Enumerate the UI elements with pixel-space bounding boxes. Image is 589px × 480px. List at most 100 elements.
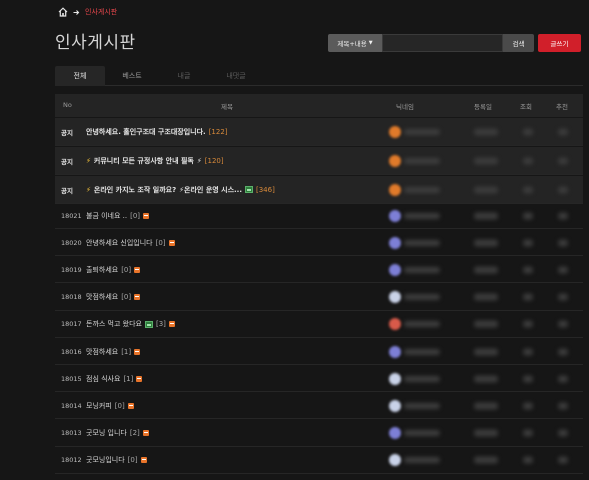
post-number: 18020	[61, 238, 82, 247]
nickname-redacted	[404, 128, 440, 135]
post-number: 18012	[61, 456, 82, 465]
post-title-link[interactable]: ⚡ 커뮤니티 모든 규정사항 안내 필독 ⚡ [120]	[86, 156, 224, 166]
author-nickname[interactable]	[389, 183, 443, 196]
new-post-icon	[127, 402, 134, 409]
comment-count: [0]	[130, 211, 141, 220]
nickname-redacted	[404, 157, 440, 164]
post-date-redacted	[474, 239, 498, 247]
post-title: 불금 이네요 ..	[86, 211, 128, 220]
table-row[interactable]: 18012 굿모닝입니다 [0]	[55, 448, 583, 474]
table-row[interactable]: 18021 불금 이네요 .. [0]	[55, 203, 583, 229]
post-title: 점심 식사요	[86, 374, 121, 383]
search-bar: 제목+내용 ▼ 검색	[328, 34, 534, 52]
header-nickname: 닉네임	[396, 103, 414, 111]
post-title: 커뮤니티 모든 규정사항 안내 필독	[93, 156, 194, 165]
post-title: 안녕하세요 신입입니다	[86, 238, 153, 247]
author-nickname[interactable]	[389, 263, 443, 276]
comment-count: [0]	[127, 456, 138, 465]
table-row[interactable]: 18020 안녕하세요 신입입니다 [0]	[55, 230, 583, 257]
table-row[interactable]: 18013 굿모닝 입니다 [2]	[55, 421, 583, 447]
search-input[interactable]	[382, 34, 503, 52]
view-count-redacted	[523, 320, 533, 328]
post-date-redacted	[474, 456, 498, 464]
post-title: 안녕하세요. 홀인구조대 구조대장입니다.	[86, 127, 206, 136]
author-nickname[interactable]	[389, 372, 443, 385]
table-row[interactable]: 18018 맛점하세요 [0]	[55, 285, 583, 311]
author-nickname[interactable]	[389, 345, 443, 358]
post-title-link[interactable]: 돈까스 먹고 왔다요 [3]	[86, 319, 175, 329]
author-nickname[interactable]	[389, 454, 443, 467]
table-row[interactable]: 18015 점심 식사요 [1]	[55, 366, 583, 393]
tab-all[interactable]: 전체	[55, 66, 105, 86]
post-date-redacted	[474, 157, 498, 164]
notice-row[interactable]: 공지 ⚡ 온라인 카지노 조작 일까요? ⚡온라인 운영 시스... [346]	[55, 176, 583, 204]
post-date-redacted	[474, 375, 498, 383]
post-title-link[interactable]: 모닝커피 [0]	[86, 401, 134, 411]
avatar	[389, 345, 401, 358]
recommend-count-redacted	[558, 293, 568, 301]
post-number: 18021	[61, 211, 82, 220]
author-nickname[interactable]	[389, 236, 443, 249]
new-post-icon	[140, 457, 147, 464]
post-title-link[interactable]: 맛점하세요 [1]	[86, 347, 141, 357]
page-title: 인사게시판	[55, 33, 136, 53]
nickname-redacted	[404, 430, 440, 437]
author-nickname[interactable]	[389, 318, 443, 331]
breadcrumb-current[interactable]: 인사게시판	[85, 7, 117, 17]
post-number: 공지	[61, 157, 73, 166]
caret-down-icon: ▼	[368, 40, 373, 46]
table-row[interactable]: 18016 맛점하세요 [1]	[55, 339, 583, 365]
table-row[interactable]: 18014 모닝커피 [0]	[55, 393, 583, 420]
table-row[interactable]: 18019 출퇴하세요 [0]	[55, 257, 583, 284]
post-title-link[interactable]: 맛점하세요 [0]	[86, 292, 141, 302]
avatar	[389, 291, 401, 304]
tab-my-posts[interactable]: 내글	[159, 66, 209, 86]
recommend-count-redacted	[558, 212, 568, 219]
notice-row[interactable]: 공지 안녕하세요. 홀인구조대 구조대장입니다. [122]	[55, 118, 583, 146]
search-filter-select[interactable]: 제목+내용 ▼	[328, 34, 382, 52]
author-nickname[interactable]	[389, 427, 443, 440]
write-button[interactable]: 글쓰기	[538, 34, 581, 52]
post-date-redacted	[474, 212, 498, 219]
header-no: No	[63, 101, 72, 109]
header-recommend: 추천	[556, 103, 568, 111]
author-nickname[interactable]	[389, 125, 443, 138]
nickname-redacted	[404, 239, 440, 246]
home-icon[interactable]	[58, 7, 68, 17]
post-title-link[interactable]: 굿모닝입니다 [0]	[86, 455, 147, 465]
post-title-link[interactable]: 안녕하세요. 홀인구조대 구조대장입니다. [122]	[86, 127, 228, 137]
author-nickname[interactable]	[389, 399, 443, 412]
post-title-link[interactable]: 불금 이네요 .. [0]	[86, 211, 150, 221]
table-row[interactable]: 18017 돈까스 먹고 왔다요 [3]	[55, 312, 583, 338]
new-post-icon	[134, 266, 141, 273]
recommend-count-redacted	[558, 375, 568, 383]
comment-count: [0]	[155, 238, 166, 247]
notice-row[interactable]: 공지 ⚡ 커뮤니티 모든 규정사항 안내 필독 ⚡ [120]	[55, 147, 583, 175]
post-date-redacted	[474, 348, 498, 355]
post-title-link[interactable]: 점심 식사요 [1]	[86, 374, 143, 384]
comment-count: [0]	[114, 401, 125, 410]
new-post-icon	[168, 321, 175, 328]
post-title-link[interactable]: 안녕하세요 신입입니다 [0]	[86, 238, 175, 248]
post-title-link[interactable]: 굿모닝 입니다 [2]	[86, 428, 149, 438]
comment-count: [1]	[121, 347, 132, 356]
nickname-redacted	[404, 375, 440, 382]
post-date-redacted	[474, 320, 498, 328]
post-title-link[interactable]: ⚡ 온라인 카지노 조작 일까요? ⚡온라인 운영 시스... [346]	[86, 185, 275, 195]
avatar	[389, 427, 401, 440]
view-count-redacted	[523, 293, 533, 301]
view-count-redacted	[523, 429, 533, 437]
post-title-link[interactable]: 출퇴하세요 [0]	[86, 265, 141, 275]
tab-my-comments[interactable]: 내댓글	[211, 66, 261, 86]
new-post-icon	[134, 348, 141, 355]
comment-count: [3]	[155, 320, 166, 329]
recommend-count-redacted	[558, 320, 568, 328]
comment-count: [346]	[256, 185, 275, 194]
author-nickname[interactable]	[389, 291, 443, 304]
recommend-count-redacted	[558, 186, 568, 193]
search-button[interactable]: 검색	[503, 34, 534, 52]
author-nickname[interactable]	[389, 154, 443, 167]
tab-best[interactable]: 베스트	[107, 66, 157, 86]
author-nickname[interactable]	[389, 209, 443, 222]
nickname-redacted	[404, 212, 440, 219]
